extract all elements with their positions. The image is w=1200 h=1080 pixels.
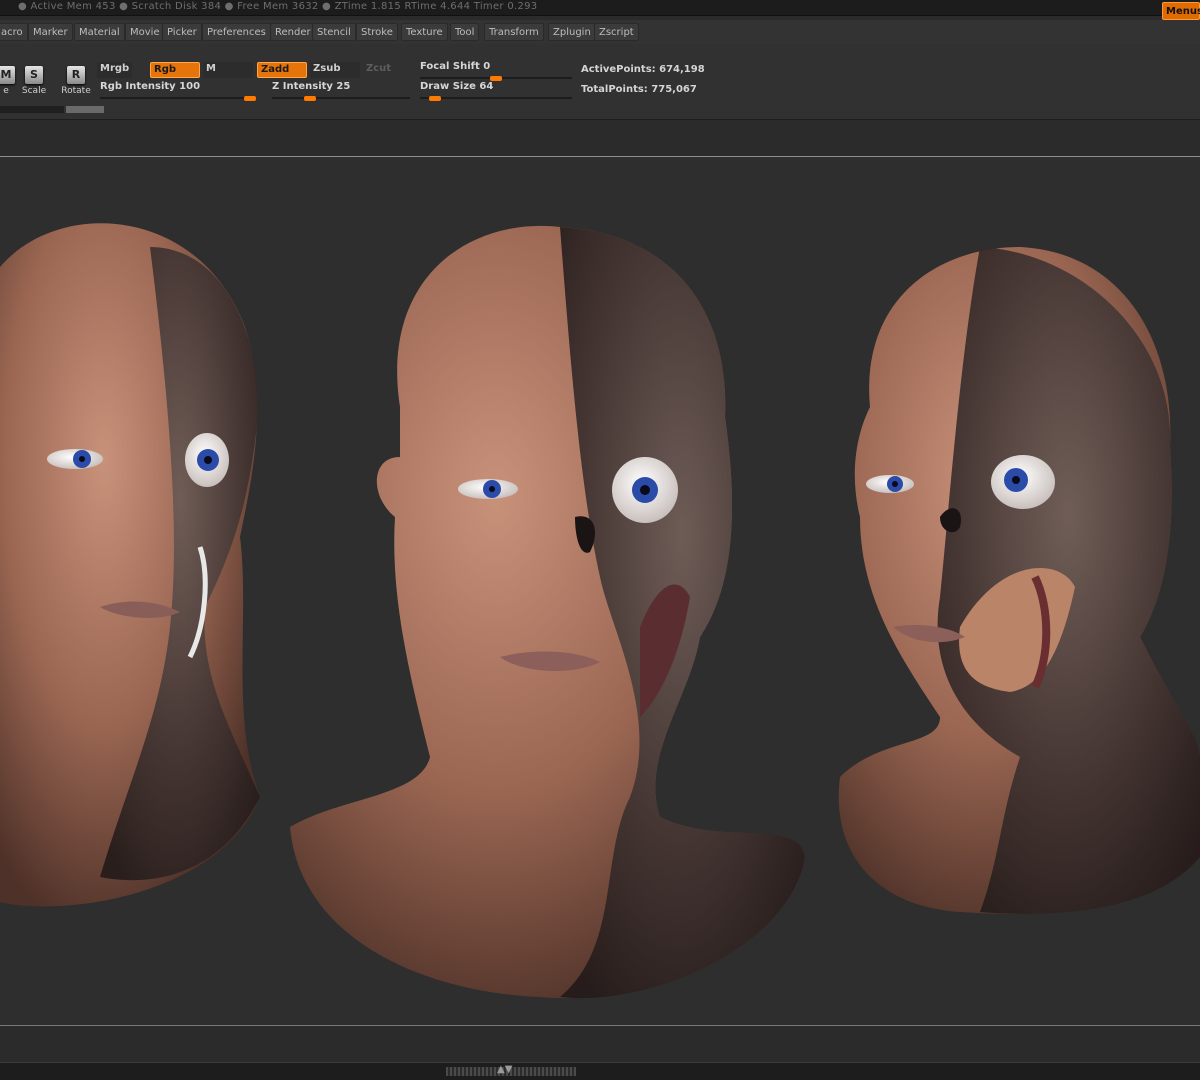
move-icon: M: [0, 66, 15, 84]
zadd-toggle[interactable]: Zadd: [257, 62, 307, 78]
menu-picker[interactable]: Picker: [162, 23, 202, 41]
focal-shift-slider[interactable]: Focal Shift 0: [420, 61, 572, 81]
scale-button[interactable]: S Scale: [14, 66, 54, 102]
rgb-intensity-slider[interactable]: Rgb Intensity 100: [100, 81, 256, 101]
total-points-readout: TotalPoints: 775,067: [581, 84, 697, 95]
tool-panel: M e S Scale R Rotate Mrgb Rgb M Zadd Zsu…: [0, 44, 1200, 120]
zcut-toggle[interactable]: Zcut: [363, 62, 394, 78]
draw-size-track: [420, 97, 572, 99]
menu-stroke[interactable]: Stroke: [356, 23, 398, 41]
z-intensity-track: [272, 97, 410, 99]
document-canvas[interactable]: [0, 156, 1200, 1026]
active-points-readout: ActivePoints: 674,198: [581, 64, 705, 75]
viewport-render: [0, 223, 1200, 999]
move-label: e: [3, 86, 9, 96]
rotate-button[interactable]: R Rotate: [56, 66, 96, 102]
rgb-intensity-label: Rgb Intensity 100: [100, 81, 201, 92]
draw-size-label: Draw Size 64: [420, 81, 494, 92]
head-model-right: [838, 247, 1200, 914]
draw-size-knob[interactable]: [428, 96, 441, 101]
menu-marker[interactable]: Marker: [28, 23, 73, 41]
z-intensity-label: Z Intensity 25: [272, 81, 351, 92]
menu-zplugin[interactable]: Zplugin: [548, 23, 596, 41]
menu-transform[interactable]: Transform: [484, 23, 544, 41]
progress-indicator: [66, 106, 104, 113]
rgb-intensity-track: [100, 97, 256, 99]
mrgb-toggle[interactable]: Mrgb: [97, 62, 133, 78]
scale-icon: S: [25, 66, 43, 84]
menu-stencil[interactable]: Stencil: [312, 23, 356, 41]
rotate-icon: R: [67, 66, 85, 84]
head-model-left: [0, 223, 260, 907]
menu-preferences[interactable]: Preferences: [202, 23, 271, 41]
menus-button[interactable]: Menus: [1162, 2, 1200, 20]
zsub-toggle[interactable]: Zsub: [310, 62, 360, 78]
rgb-intensity-knob[interactable]: [244, 96, 256, 101]
expand-arrows-icon[interactable]: ▲▼: [497, 1064, 512, 1075]
menu-tool[interactable]: Tool: [450, 23, 480, 41]
menu-macro[interactable]: acro: [0, 23, 28, 41]
menu-movie[interactable]: Movie: [125, 23, 165, 41]
rotate-label: Rotate: [61, 86, 91, 96]
draw-size-slider[interactable]: Draw Size 64: [420, 81, 572, 101]
memory-status-text: ● Active Mem 453 ● Scratch Disk 384 ● Fr…: [18, 1, 538, 12]
bottom-tray: ▲▼: [0, 1062, 1200, 1080]
z-intensity-slider[interactable]: Z Intensity 25: [272, 81, 410, 101]
focal-shift-label: Focal Shift 0: [420, 61, 491, 72]
z-intensity-knob[interactable]: [303, 96, 316, 101]
menu-material[interactable]: Material: [74, 23, 125, 41]
main-menu-bar: acro Marker Material Movie Picker Prefer…: [0, 20, 1200, 44]
menu-texture[interactable]: Texture: [401, 23, 448, 41]
status-strip: ● Active Mem 453 ● Scratch Disk 384 ● Fr…: [0, 0, 1200, 16]
menu-zscript[interactable]: Zscript: [594, 23, 639, 41]
scale-label: Scale: [21, 86, 47, 96]
rgb-toggle[interactable]: Rgb: [150, 62, 200, 78]
head-model-center: [290, 225, 805, 999]
menu-render[interactable]: Render: [270, 23, 316, 41]
m-toggle[interactable]: M: [203, 62, 253, 78]
progress-track: [0, 106, 64, 113]
